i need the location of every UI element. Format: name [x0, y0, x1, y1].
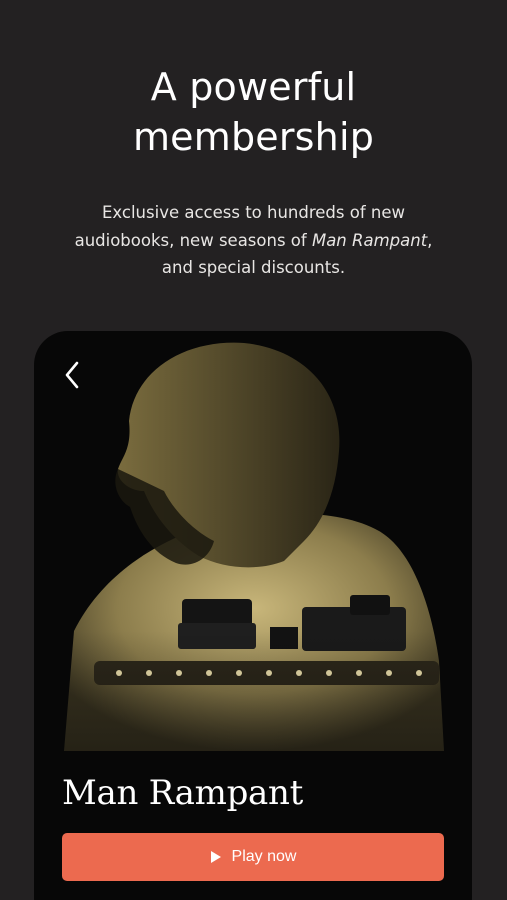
play-now-button[interactable]: Play now: [62, 833, 444, 881]
play-now-label: Play now: [231, 848, 297, 865]
page-title: A powerful membership: [0, 62, 507, 162]
back-button[interactable]: [58, 357, 86, 393]
chevron-left-icon: [65, 361, 79, 389]
page-title-line-2: membership: [132, 115, 375, 159]
featured-show-card[interactable]: Man Rampant Play now: [34, 331, 472, 900]
membership-screen: A powerful membership Exclusive access t…: [0, 0, 507, 900]
membership-description: Exclusive access to hundreds of new audi…: [60, 199, 447, 282]
description-show-name: Man Rampant: [311, 230, 428, 250]
play-icon: [210, 851, 221, 863]
page-title-line-1: A powerful: [150, 65, 357, 109]
show-title: Man Rampant: [62, 773, 303, 813]
